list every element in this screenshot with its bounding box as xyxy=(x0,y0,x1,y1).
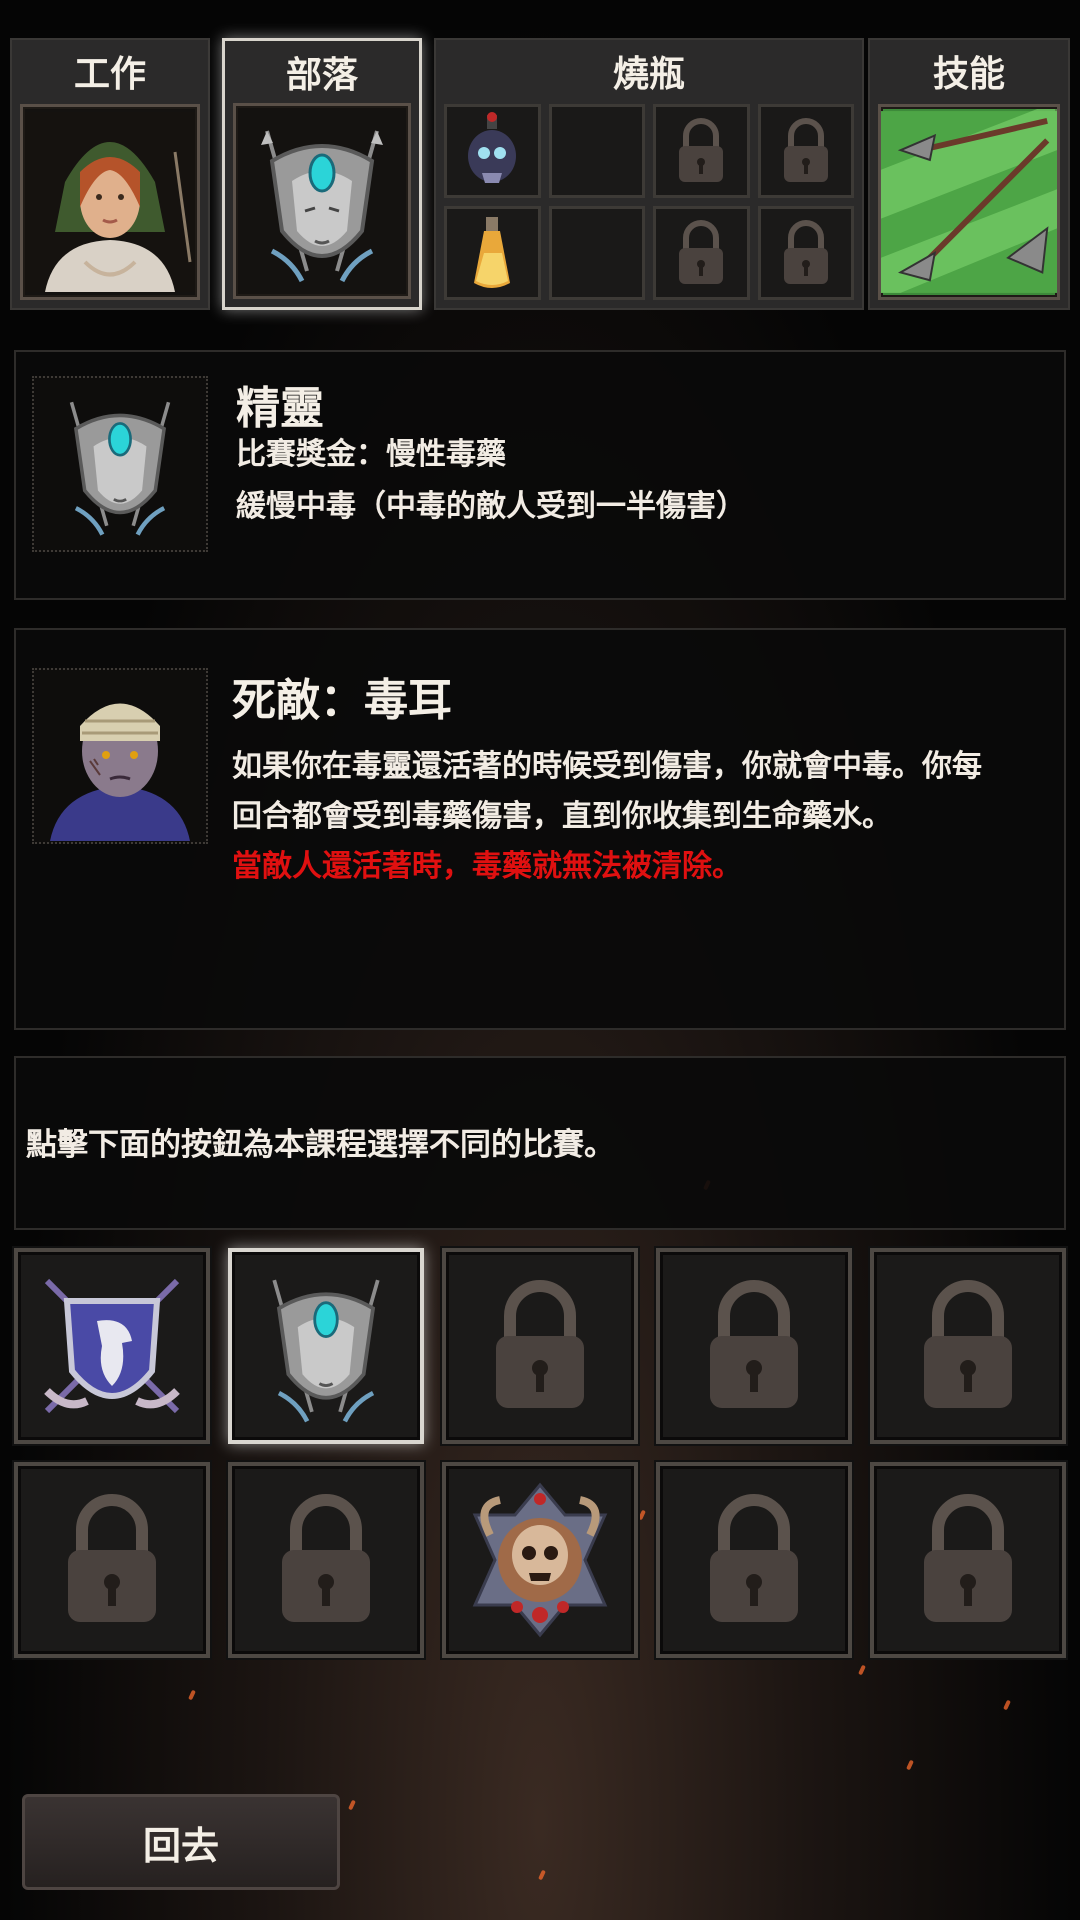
tab-flasks[interactable]: 燒瓶 xyxy=(434,38,864,310)
flask-slot[interactable] xyxy=(444,206,541,300)
tribe-bonus: 比賽獎金：慢性毒藥 xyxy=(236,437,506,472)
tribe-tile-locked[interactable] xyxy=(228,1462,424,1658)
elf-mask-icon xyxy=(69,401,171,536)
tribe-portrait xyxy=(233,103,411,299)
ember xyxy=(906,1759,914,1771)
tab-skills-label: 技能 xyxy=(932,53,1005,95)
hooded-archer-icon xyxy=(25,112,195,292)
ember xyxy=(348,1799,356,1811)
tribe-info-panel: 精靈 比賽獎金：慢性毒藥 緩慢中毒（中毒的敵人受到一半傷害） xyxy=(14,350,1066,600)
skull-emblem-icon xyxy=(472,1482,608,1638)
yellow-potion-icon xyxy=(474,217,511,288)
bandaged-nemesis-icon xyxy=(50,703,190,841)
lock-icon xyxy=(924,1280,1012,1408)
hint-panel: 點擊下面的按鈕為本課程選擇不同的比賽。 xyxy=(14,1056,1066,1230)
hint-text: 點擊下面的按鈕為本課程選擇不同的比賽。 xyxy=(26,1127,615,1163)
tribe-tile-locked[interactable] xyxy=(442,1248,638,1444)
top-tabs: 工作 部落 燒瓶 技能 xyxy=(10,38,1070,310)
flask-slot-locked xyxy=(757,104,854,198)
tab-job[interactable]: 工作 xyxy=(10,38,210,310)
tribe-tile-skull[interactable] xyxy=(442,1462,638,1658)
tab-skills[interactable]: 技能 xyxy=(868,38,1070,310)
tribe-tile-locked[interactable] xyxy=(656,1462,852,1658)
nemesis-icon-frame xyxy=(32,668,208,844)
tab-tribe[interactable]: 部落 xyxy=(222,38,422,310)
lock-icon xyxy=(783,118,828,182)
lock-icon xyxy=(924,1494,1012,1622)
lock-icon xyxy=(783,220,828,284)
lock-icon xyxy=(496,1280,584,1408)
tribe-tile-locked[interactable] xyxy=(870,1462,1066,1658)
nemesis-title: 死敵：毒耳 xyxy=(232,675,452,726)
poison-skull-flask-icon xyxy=(468,112,517,183)
tribe-tile-elf[interactable] xyxy=(228,1248,424,1444)
arrows-skill-icon xyxy=(881,109,1057,293)
lock-icon xyxy=(710,1280,798,1408)
flask-slot-empty[interactable] xyxy=(548,104,645,198)
lock-icon xyxy=(679,118,724,182)
tribe-name: 精靈 xyxy=(236,383,324,434)
tribe-tile-locked[interactable] xyxy=(656,1248,852,1444)
flask-slot[interactable] xyxy=(444,104,541,198)
tribe-effect: 緩慢中毒（中毒的敵人受到一半傷害） xyxy=(236,489,746,524)
tab-tribe-label: 部落 xyxy=(285,54,358,96)
elf-mask-icon xyxy=(261,130,383,283)
job-portrait xyxy=(20,104,200,300)
nemesis-desc-line2: 回合都會受到毒藥傷害，直到你收集到生命藥水。 xyxy=(232,799,892,834)
tribe-tile-eagle[interactable] xyxy=(14,1248,210,1444)
tribe-info-icon-frame xyxy=(32,376,208,552)
tab-job-label: 工作 xyxy=(73,53,146,95)
tribe-tile-locked[interactable] xyxy=(14,1462,210,1658)
eagle-shield-icon xyxy=(44,1278,180,1414)
ember xyxy=(188,1689,196,1701)
lock-icon xyxy=(68,1494,156,1622)
nemesis-panel: 死敵：毒耳 如果你在毒靈還活著的時候受到傷害，你就會中毒。你每 回合都會受到毒藥… xyxy=(14,628,1066,1030)
lock-icon xyxy=(710,1494,798,1622)
ember xyxy=(858,1664,866,1676)
tribe-tile-locked[interactable] xyxy=(870,1248,1066,1444)
tab-flasks-label: 燒瓶 xyxy=(612,53,685,95)
ember xyxy=(538,1869,546,1881)
nemesis-warning: 當敵人還活著時，毒藥就無法被清除。 xyxy=(232,849,742,884)
skill-portrait xyxy=(878,104,1060,300)
elf-mask-icon xyxy=(272,1279,380,1423)
flask-slots xyxy=(444,104,854,300)
lock-icon xyxy=(679,220,724,284)
nemesis-desc-line1: 如果你在毒靈還活著的時候受到傷害，你就會中毒。你每 xyxy=(232,749,982,784)
back-button[interactable]: 回去 xyxy=(22,1794,340,1890)
flask-slot-empty[interactable] xyxy=(548,206,645,300)
flask-slot-locked xyxy=(653,206,750,300)
flask-slot-locked xyxy=(757,206,854,300)
ember xyxy=(1003,1699,1011,1711)
flask-slot-locked xyxy=(653,104,750,198)
lock-icon xyxy=(282,1494,370,1622)
tribe-selection-grid xyxy=(14,1248,1066,1658)
